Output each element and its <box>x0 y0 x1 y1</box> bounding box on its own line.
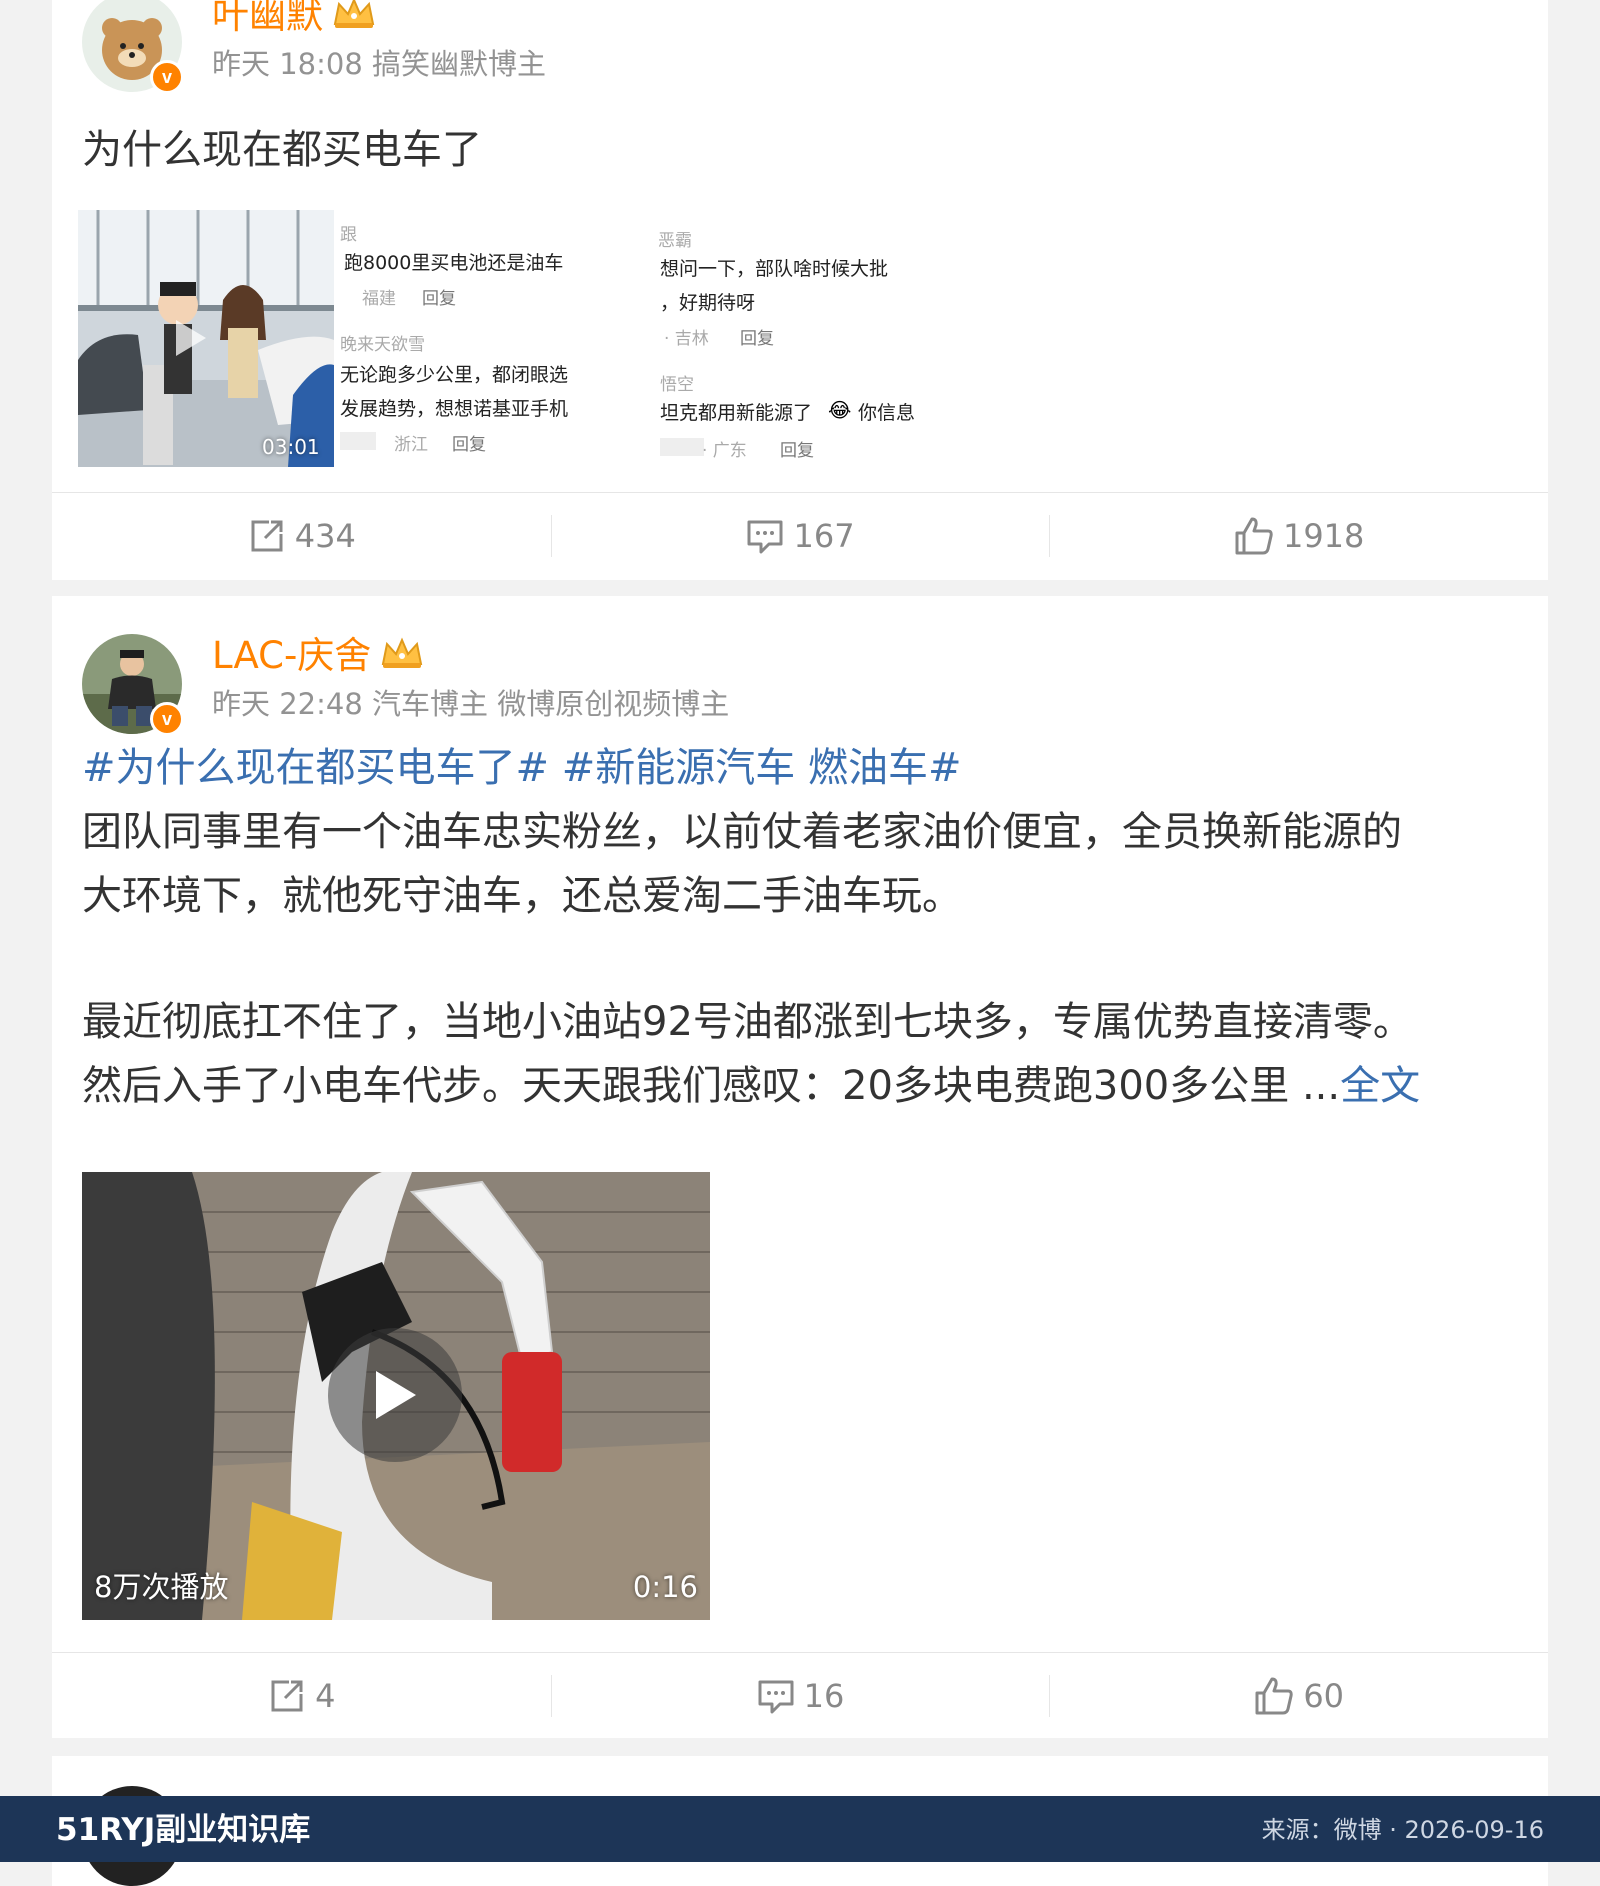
comment-text: 无论跑多少公里，都闭眼选 <box>340 364 569 386</box>
full-text-link[interactable]: 全文 <box>1340 1063 1420 1109</box>
video-player[interactable]: 8万次播放 0:16 <box>82 1172 710 1620</box>
comment-user: 晚来天欲雪 <box>340 335 425 355</box>
video-duration: 03:01 <box>262 435 320 459</box>
comment-count: 167 <box>793 516 855 555</box>
comment-button[interactable]: 167 <box>550 493 1050 578</box>
avatar[interactable]: v <box>82 0 184 94</box>
action-bar: 4 16 60 <box>52 1652 1548 1738</box>
comment-icon <box>758 1680 794 1713</box>
repost-button[interactable]: 4 <box>52 1653 551 1738</box>
blurred-name <box>340 432 376 450</box>
footer-bar: 51RYJ副业知识库 来源：微博 · 2026-09-16 <box>0 1796 1600 1862</box>
comment-text: 坦克都用新能源了 <box>660 402 813 424</box>
comment-reply: 回复 <box>740 329 774 349</box>
play-icon <box>376 1371 416 1419</box>
avatar[interactable]: v <box>82 634 184 736</box>
comment-screenshot[interactable]: 跟 跑8000里买电池还是油车 福建 回复 晚来天欲雪 无论跑多少公里，都闭眼选… <box>334 210 916 467</box>
username-line[interactable]: LAC-庆舍 <box>212 634 425 680</box>
repost-button[interactable]: 434 <box>52 493 551 578</box>
action-bar: 434 167 1918 <box>52 492 1548 578</box>
video-duration: 0:16 <box>632 1570 698 1604</box>
comment-user: 跟 <box>340 225 357 245</box>
verified-badge-icon: v <box>150 60 184 94</box>
crown-icon <box>379 636 425 680</box>
video-thumbnail[interactable]: 03:01 <box>78 210 334 467</box>
post-text-line: 然后入手了小电车代步。天天跟我们感叹：20多块电费跑300多公里 ...全文 <box>82 1054 1420 1118</box>
verified-badge-icon: v <box>150 702 184 736</box>
blurred-name <box>660 438 704 456</box>
repost-icon <box>271 1680 303 1711</box>
like-count: 60 <box>1303 1676 1345 1715</box>
crown-icon <box>331 0 377 40</box>
ellipsis: ... <box>1289 1063 1341 1109</box>
source-date: 来源：微博 · 2026-09-16 <box>1261 1816 1544 1844</box>
comment-user: 恶霸 <box>658 231 692 251</box>
comment-reply: 回复 <box>422 289 456 309</box>
comment-reply: 回复 <box>780 441 814 461</box>
repost-icon <box>251 520 283 551</box>
username[interactable]: 叶幽默 <box>212 0 323 37</box>
comment-text: 跑8000里买电池还是油车 <box>344 252 564 274</box>
like-count: 1918 <box>1282 516 1365 555</box>
comment-button[interactable]: 16 <box>550 1653 1050 1738</box>
topic-link[interactable]: #新能源汽车 燃油车# <box>562 745 962 791</box>
site-name: 51RYJ副业知识库 <box>56 1812 311 1848</box>
post-topics: #为什么现在都买电车了# #新能源汽车 燃油车# <box>82 736 962 800</box>
laughing-emoji-icon: 😂 <box>828 398 852 422</box>
post-card: v 叶幽默 昨天 18:08 搞笑幽默博主 为什么现在都买电车了 03:01 跟… <box>52 0 1548 580</box>
repost-count: 434 <box>294 516 356 555</box>
comment-text: 你信息 <box>858 402 916 424</box>
comment-user: 悟空 <box>660 375 694 395</box>
like-button[interactable]: 1918 <box>1049 493 1548 578</box>
comment-location: · 广东 <box>702 441 747 461</box>
comment-count: 16 <box>803 1676 845 1715</box>
topic-link[interactable]: #为什么现在都买电车了# <box>82 745 549 791</box>
post-text-line: 大环境下，就他死守油车，还总爱淘二手油车玩。 <box>82 873 962 919</box>
username[interactable]: LAC-庆舍 <box>212 634 371 677</box>
comment-text: 想问一下，部队啥时候大批 <box>660 258 889 280</box>
post-text-line: 最近彻底扛不住了，当地小油站92号油都涨到七块多，专属优势直接清零。 <box>82 999 1413 1045</box>
comment-text: ，好期待呀 <box>660 292 756 314</box>
post-text-line: 团队同事里有一个油车忠实粉丝，以前仗着老家油价便宜，全员换新能源的 <box>82 809 1402 855</box>
thumbs-up-icon <box>1255 1677 1293 1714</box>
comment-reply: 回复 <box>452 435 486 455</box>
thumbs-up-icon <box>1235 517 1273 554</box>
username-line[interactable]: 叶幽默 <box>212 0 377 40</box>
comment-location: · 吉林 <box>664 329 709 349</box>
post-text: 为什么现在都买电车了 <box>82 127 482 173</box>
post-card: v LAC-庆舍 昨天 22:48 汽车博主 微博原创视频博主 #为什么现在都买… <box>52 596 1548 1738</box>
post-meta: 昨天 18:08 搞笑幽默博主 <box>212 47 547 81</box>
like-button[interactable]: 60 <box>1049 1653 1548 1738</box>
video-thumbnail-image <box>78 210 334 467</box>
repost-count: 4 <box>315 1676 336 1715</box>
post-meta: 昨天 22:48 汽车博主 微博原创视频博主 <box>212 687 730 721</box>
play-button[interactable] <box>328 1328 462 1462</box>
post-text-segment: 然后入手了小电车代步。天天跟我们感叹：20多块电费跑300多公里 <box>82 1063 1290 1109</box>
play-count: 8万次播放 <box>94 1570 229 1604</box>
comment-location: 福建 <box>362 289 396 309</box>
comment-text: 发展趋势，想想诺基亚手机 <box>340 398 569 420</box>
comment-location: 浙江 <box>394 435 428 455</box>
comment-icon <box>747 520 783 553</box>
